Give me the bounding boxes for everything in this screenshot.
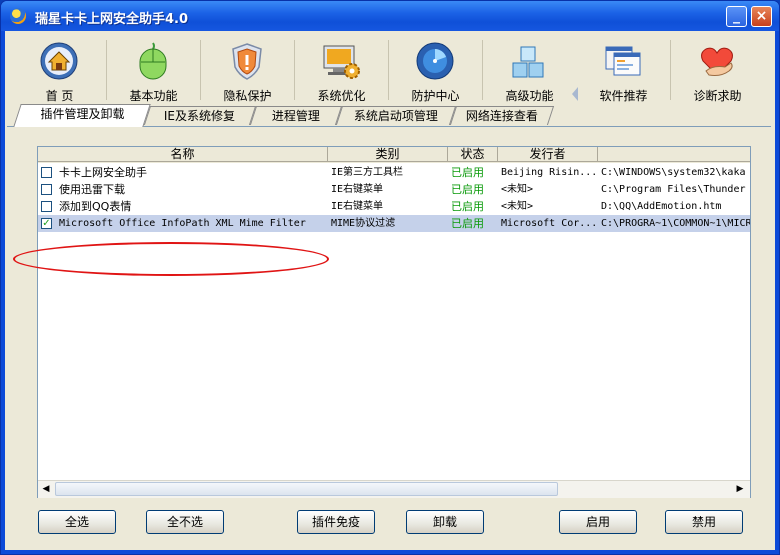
app-window: 瑞星卡卡上网安全助手4.0 _ × 首 页 基本功能 隐私保护 系统优化 防护中… bbox=[0, 0, 780, 555]
monitor-gear-icon bbox=[323, 45, 360, 79]
minimize-button[interactable]: _ bbox=[726, 6, 747, 27]
cubes-icon bbox=[512, 46, 544, 78]
toolbar-label: 基本功能 bbox=[129, 89, 178, 103]
column-header-path[interactable] bbox=[598, 147, 750, 162]
plugin-category: IE右键菜单 bbox=[331, 201, 384, 212]
plugin-status: 已启用 bbox=[451, 183, 484, 196]
radar-icon bbox=[416, 42, 454, 80]
client-area: 首 页 基本功能 隐私保护 系统优化 防护中心 高级功能 软件推荐 诊断求助 插… bbox=[5, 31, 775, 550]
tab-ie-system-repair[interactable]: IE及系统修复 bbox=[143, 106, 257, 125]
toolbar-protection-center[interactable]: 防护中心 bbox=[389, 34, 482, 104]
toolbar-label: 高级功能 bbox=[505, 89, 554, 103]
select-all-button[interactable]: 全选 bbox=[38, 510, 116, 534]
plugin-path: D:\QQ\AddEmotion.htm bbox=[601, 201, 722, 212]
scroll-right-button[interactable]: ▶ bbox=[732, 481, 748, 497]
horizontal-scrollbar[interactable]: ◀ ▶ bbox=[38, 480, 750, 498]
plugin-list-header: 名称 类别 状态 发行者 bbox=[38, 147, 750, 163]
plugin-name: 卡卡上网安全助手 bbox=[59, 166, 147, 179]
app-logo-icon bbox=[10, 8, 26, 24]
column-header-name[interactable]: 名称 bbox=[38, 147, 328, 162]
tab-network-connections[interactable]: 网络连接查看 bbox=[449, 106, 555, 125]
row-checkbox[interactable] bbox=[41, 184, 52, 195]
plugin-category: MIME协议过滤 bbox=[331, 218, 396, 229]
heart-hand-icon bbox=[701, 47, 733, 76]
close-button[interactable]: × bbox=[751, 6, 772, 27]
tab-plugin-management[interactable]: 插件管理及卸载 bbox=[13, 104, 151, 127]
plugin-category: IE第三方工具栏 bbox=[331, 167, 404, 178]
plugin-path: C:\Program Files\Thunder bbox=[601, 184, 746, 195]
sub-tab-bar: 插件管理及卸载 IE及系统修复 进程管理 系统启动项管理 网络连接查看 bbox=[5, 104, 775, 127]
plugin-publisher: <未知> bbox=[501, 184, 534, 195]
plugin-name: Microsoft Office InfoPath XML Mime Filte… bbox=[59, 218, 306, 229]
plugin-path: C:\WINDOWS\system32\kaka bbox=[601, 167, 746, 178]
row-checkbox[interactable] bbox=[41, 167, 52, 178]
toolbar-label: 软件推荐 bbox=[599, 89, 648, 103]
mouse-icon bbox=[139, 42, 167, 80]
scroll-left-button[interactable]: ◀ bbox=[38, 481, 54, 497]
column-header-status[interactable]: 状态 bbox=[448, 147, 498, 162]
plugin-panel: 名称 类别 状态 发行者 卡卡上网安全助手 IE第三方工具栏 已启用 Beiji… bbox=[7, 126, 771, 547]
tab-startup-management[interactable]: 系统启动项管理 bbox=[335, 106, 457, 125]
plugin-status: 已启用 bbox=[451, 217, 484, 230]
scroll-thumb[interactable] bbox=[55, 482, 558, 496]
row-checkbox[interactable] bbox=[41, 201, 52, 212]
disable-button[interactable]: 禁用 bbox=[665, 510, 743, 534]
table-row[interactable]: 使用迅雷下载 IE右键菜单 已启用 <未知> C:\Program Files\… bbox=[38, 181, 750, 198]
plugin-publisher: Microsoft Cor... bbox=[501, 218, 598, 229]
plugin-publisher: <未知> bbox=[501, 201, 534, 212]
toolbar-privacy[interactable]: 隐私保护 bbox=[201, 34, 294, 104]
plugin-publisher: Beijing Risin... bbox=[501, 167, 598, 178]
toolbar-software-recommend[interactable]: 软件推荐 bbox=[577, 34, 670, 104]
toolbar-label: 防护中心 bbox=[411, 89, 460, 103]
select-none-button[interactable]: 全不选 bbox=[146, 510, 224, 534]
table-row[interactable]: 卡卡上网安全助手 IE第三方工具栏 已启用 Beijing Risin... C… bbox=[38, 164, 750, 181]
plugin-path: C:\PROGRA~1\COMMON~1\MICR bbox=[601, 218, 750, 229]
tab-process-management[interactable]: 进程管理 bbox=[249, 106, 343, 125]
plugin-status: 已启用 bbox=[451, 200, 484, 213]
home-icon bbox=[40, 42, 78, 80]
plugin-name: 添加到QQ表情 bbox=[59, 200, 132, 213]
shield-icon bbox=[232, 43, 262, 80]
column-header-category[interactable]: 类别 bbox=[328, 147, 448, 162]
title-bar[interactable]: 瑞星卡卡上网安全助手4.0 _ × bbox=[1, 1, 779, 31]
plugin-list: 名称 类别 状态 发行者 卡卡上网安全助手 IE第三方工具栏 已启用 Beiji… bbox=[37, 146, 751, 498]
toolbar-basic-functions[interactable]: 基本功能 bbox=[107, 34, 200, 104]
toolbar-advanced-functions[interactable]: 高级功能 bbox=[483, 34, 576, 104]
enable-button[interactable]: 启用 bbox=[559, 510, 637, 534]
toolbar-system-optimize[interactable]: 系统优化 bbox=[295, 34, 388, 104]
uninstall-button[interactable]: 卸载 bbox=[406, 510, 484, 534]
plugin-name: 使用迅雷下载 bbox=[59, 183, 125, 196]
plugin-immune-button[interactable]: 插件免疫 bbox=[297, 510, 375, 534]
toolbar-label: 隐私保护 bbox=[223, 89, 272, 103]
toolbar-home[interactable]: 首 页 bbox=[13, 34, 106, 104]
plugin-status: 已启用 bbox=[451, 166, 484, 179]
plugin-category: IE右键菜单 bbox=[331, 184, 384, 195]
row-checkbox-checked[interactable]: ✓ bbox=[41, 218, 52, 229]
windows-icon bbox=[605, 46, 641, 76]
table-row[interactable]: 添加到QQ表情 IE右键菜单 已启用 <未知> D:\QQ\AddEmotion… bbox=[38, 198, 750, 215]
main-toolbar: 首 页 基本功能 隐私保护 系统优化 防护中心 高级功能 软件推荐 诊断求助 bbox=[13, 34, 768, 104]
column-header-publisher[interactable]: 发行者 bbox=[498, 147, 598, 162]
toolbar-diagnosis-help[interactable]: 诊断求助 bbox=[671, 34, 764, 104]
toolbar-label: 诊断求助 bbox=[693, 89, 742, 103]
window-title: 瑞星卡卡上网安全助手4.0 bbox=[35, 12, 189, 27]
toolbar-label: 首 页 bbox=[45, 89, 74, 103]
toolbar-label: 系统优化 bbox=[317, 89, 366, 103]
table-row-selected[interactable]: ✓ Microsoft Office InfoPath XML Mime Fil… bbox=[38, 215, 750, 232]
